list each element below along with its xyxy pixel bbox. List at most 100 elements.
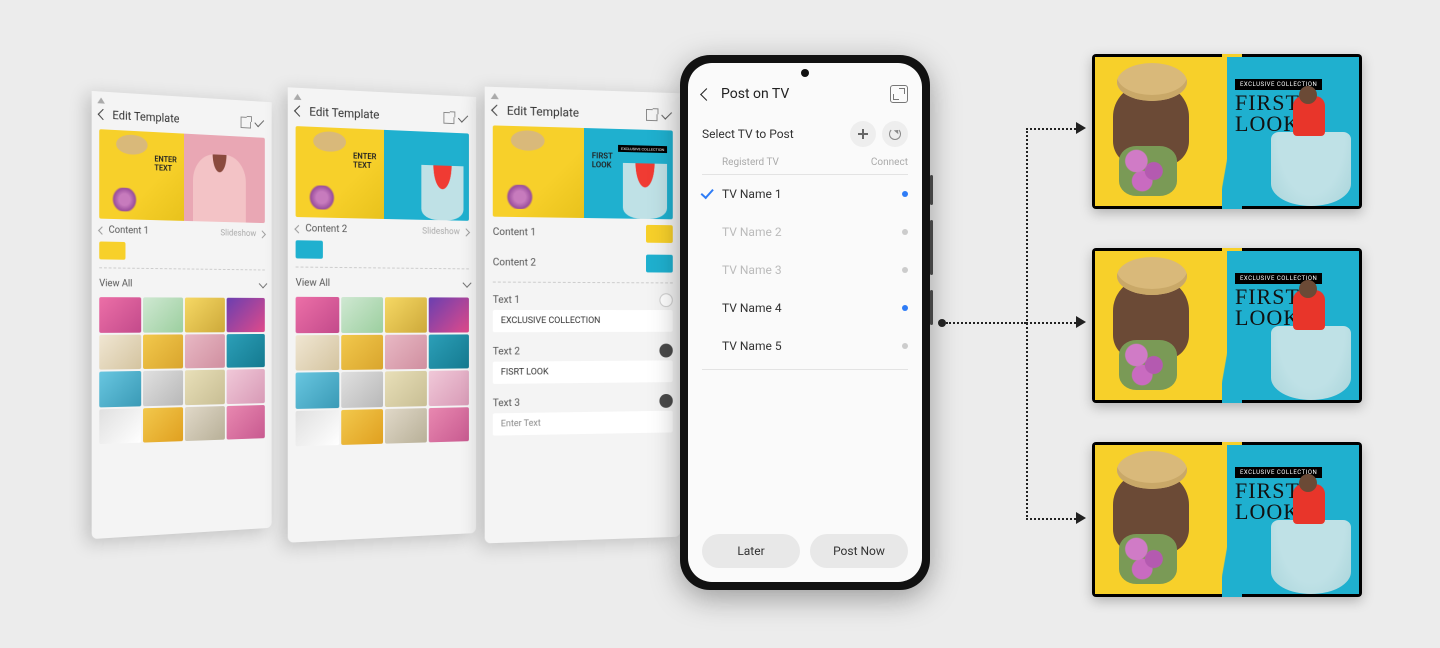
add-tv-button[interactable] bbox=[850, 121, 876, 147]
screen-title: Edit Template bbox=[309, 105, 438, 125]
content-thumb[interactable] bbox=[646, 255, 673, 273]
color-swatch[interactable] bbox=[659, 344, 672, 358]
asset-thumb[interactable] bbox=[143, 370, 184, 406]
asset-thumb[interactable] bbox=[296, 335, 339, 371]
text-field-label-1: Text 1 bbox=[485, 287, 681, 310]
content-thumb[interactable] bbox=[99, 241, 125, 259]
asset-thumb[interactable] bbox=[185, 406, 225, 442]
content-thumb[interactable] bbox=[646, 225, 673, 243]
tv-name: TV Name 1 bbox=[722, 187, 902, 201]
template-preview[interactable]: ENTER TEXT bbox=[99, 129, 265, 223]
asset-thumb[interactable] bbox=[143, 297, 184, 332]
expand-icon[interactable] bbox=[241, 117, 251, 129]
expand-icon[interactable] bbox=[890, 85, 908, 103]
tv-list-item[interactable]: TV Name 4 bbox=[688, 289, 922, 327]
phone-camera bbox=[801, 69, 809, 77]
asset-thumb[interactable] bbox=[428, 334, 469, 369]
asset-thumb[interactable] bbox=[341, 409, 383, 446]
plus-icon bbox=[858, 129, 868, 139]
asset-thumb[interactable] bbox=[99, 297, 141, 332]
confirm-icon[interactable] bbox=[254, 117, 264, 128]
asset-thumb[interactable] bbox=[99, 371, 141, 407]
asset-thumb[interactable] bbox=[185, 298, 225, 333]
asset-thumb[interactable] bbox=[341, 372, 383, 408]
template-preview[interactable]: EXCLUSIVE COLLECTIONFIRST LOOK bbox=[493, 125, 673, 219]
content-thumb[interactable] bbox=[296, 240, 323, 259]
confirm-icon[interactable] bbox=[661, 109, 672, 120]
view-all-row[interactable]: View All bbox=[288, 271, 476, 295]
later-button[interactable]: Later bbox=[702, 534, 800, 568]
content-row-2[interactable]: Content 2Slideshow bbox=[288, 217, 476, 243]
connector-line bbox=[1026, 518, 1076, 520]
expand-icon[interactable] bbox=[443, 112, 454, 124]
asset-thumb[interactable] bbox=[226, 369, 265, 404]
tv-display-3: EXCLUSIVE COLLECTION FIRST LOOK bbox=[1092, 442, 1362, 597]
tv-list-item[interactable]: TV Name 3 bbox=[688, 251, 922, 289]
asset-thumb[interactable] bbox=[428, 370, 469, 405]
back-icon[interactable] bbox=[491, 105, 502, 116]
asset-thumb[interactable] bbox=[428, 297, 469, 332]
asset-thumb[interactable] bbox=[296, 297, 339, 333]
tv-name: TV Name 5 bbox=[722, 339, 902, 353]
tv-list-item[interactable]: TV Name 1 bbox=[688, 175, 922, 213]
connect-status-dot bbox=[902, 305, 908, 311]
asset-thumb[interactable] bbox=[226, 334, 265, 368]
content-row-2[interactable]: Content 2 bbox=[485, 247, 681, 279]
color-swatch[interactable] bbox=[659, 293, 672, 307]
asset-thumb[interactable] bbox=[296, 410, 339, 447]
content-row-1[interactable]: Content 1 bbox=[485, 217, 681, 249]
expand-icon[interactable] bbox=[646, 109, 657, 121]
connect-status-dot bbox=[902, 343, 908, 349]
asset-thumb[interactable] bbox=[428, 407, 469, 443]
asset-thumb[interactable] bbox=[226, 405, 265, 440]
color-swatch[interactable] bbox=[659, 394, 672, 408]
asset-thumb[interactable] bbox=[296, 372, 339, 409]
asset-thumb[interactable] bbox=[226, 298, 265, 332]
asset-thumb[interactable] bbox=[185, 334, 225, 369]
tv-display-2: EXCLUSIVE COLLECTION FIRST LOOK bbox=[1092, 248, 1362, 403]
asset-thumb[interactable] bbox=[185, 370, 225, 405]
check-icon bbox=[701, 299, 714, 313]
back-icon[interactable] bbox=[700, 88, 713, 101]
tv-name: TV Name 4 bbox=[722, 301, 902, 315]
connect-status-dot bbox=[902, 267, 908, 273]
confirm-icon[interactable] bbox=[458, 112, 468, 123]
check-icon bbox=[701, 261, 714, 275]
post-now-button[interactable]: Post Now bbox=[810, 534, 908, 568]
back-icon[interactable] bbox=[294, 105, 305, 116]
tv-list-item[interactable]: TV Name 2 bbox=[688, 213, 922, 251]
preview-text: ENTER TEXT bbox=[154, 156, 176, 174]
asset-thumb[interactable] bbox=[385, 371, 426, 407]
asset-thumb[interactable] bbox=[385, 334, 426, 369]
connector-line bbox=[946, 322, 1026, 324]
tv-list-item[interactable]: TV Name 5 bbox=[688, 327, 922, 365]
connector-line bbox=[1026, 128, 1076, 130]
asset-thumb[interactable] bbox=[143, 407, 184, 443]
asset-thumb[interactable] bbox=[385, 297, 426, 332]
template-preview[interactable]: ENTER TEXT bbox=[296, 126, 469, 221]
screen-title: Edit Template bbox=[112, 108, 235, 129]
text-input-2[interactable]: FISRT LOOK bbox=[493, 360, 673, 384]
phone-side-button bbox=[930, 175, 933, 205]
chevron-down-icon bbox=[463, 278, 472, 288]
phone-side-button bbox=[930, 290, 933, 325]
text-input-3[interactable]: Enter Text bbox=[493, 411, 673, 436]
arrow-icon bbox=[1076, 512, 1086, 524]
wifi-icon bbox=[97, 93, 105, 103]
asset-thumb[interactable] bbox=[99, 334, 141, 370]
back-icon[interactable] bbox=[98, 109, 109, 120]
asset-thumb[interactable] bbox=[99, 408, 141, 444]
asset-grid bbox=[288, 295, 476, 455]
asset-thumb[interactable] bbox=[341, 334, 383, 370]
asset-thumb[interactable] bbox=[143, 334, 184, 369]
asset-thumb[interactable] bbox=[341, 297, 383, 333]
screen-title: Edit Template bbox=[507, 104, 640, 122]
refresh-icon bbox=[889, 128, 901, 140]
editor-screen-3: Edit Template EXCLUSIVE COLLECTIONFIRST … bbox=[485, 87, 681, 544]
asset-thumb[interactable] bbox=[385, 408, 426, 444]
editor-screen-2: Edit Template ENTER TEXT Content 2Slides… bbox=[288, 87, 476, 542]
refresh-button[interactable] bbox=[882, 121, 908, 147]
text-input-1[interactable]: EXCLUSIVE COLLECTION bbox=[493, 310, 673, 332]
view-all-row[interactable]: View All bbox=[92, 272, 272, 296]
screen-title: Post on TV bbox=[721, 86, 880, 102]
